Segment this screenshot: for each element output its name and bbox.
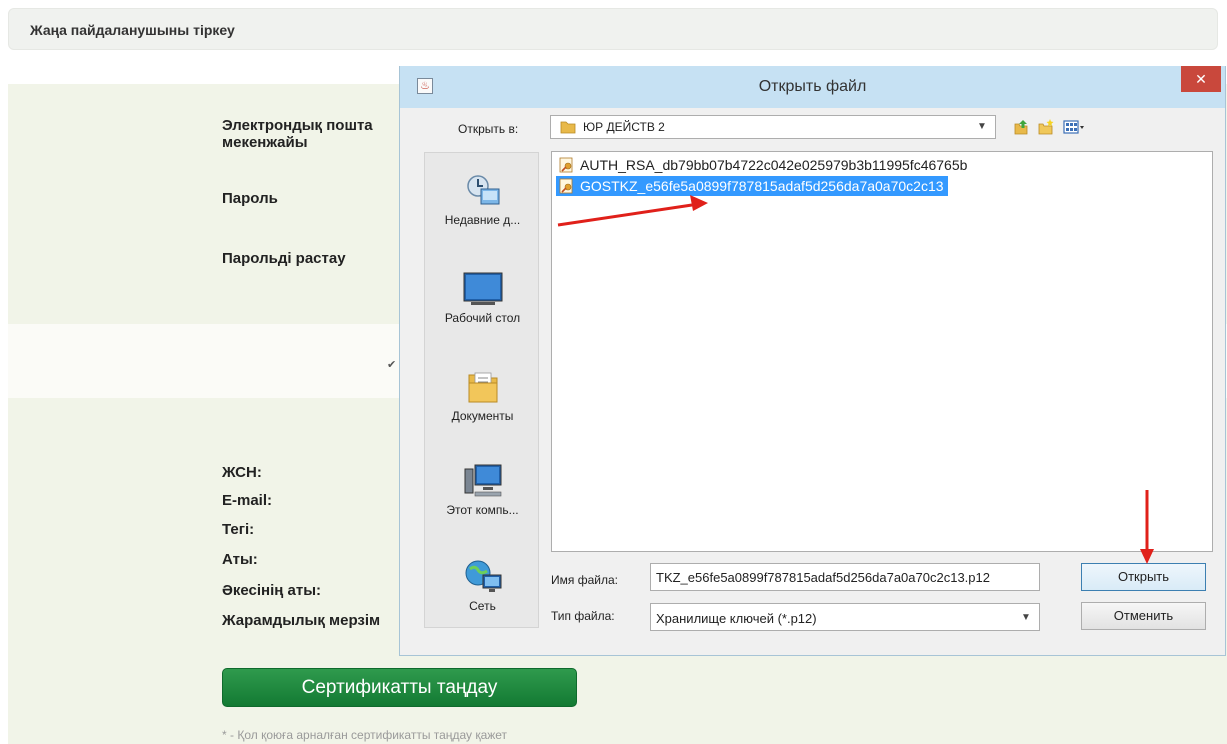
page-header: Жаңа пайдаланушыны тіркеу bbox=[8, 8, 1218, 50]
view-menu-icon[interactable] bbox=[1063, 118, 1085, 136]
cancel-button[interactable]: Отменить bbox=[1081, 602, 1206, 630]
place-label: Документы bbox=[451, 409, 514, 423]
place-label: Сеть bbox=[469, 599, 496, 613]
email-info-label: E-mail: bbox=[222, 492, 273, 509]
certificate-file-icon bbox=[559, 157, 573, 173]
open-file-dialog: ♨ Открыть файл ✕ Открыть в: ЮР ДЕЙСТВ 2 … bbox=[399, 66, 1226, 656]
agreement-checkbox[interactable]: ✔ bbox=[387, 360, 397, 371]
place-documents[interactable]: Документы bbox=[425, 369, 540, 423]
name-label: Аты: bbox=[222, 551, 258, 568]
page-title: Жаңа пайдаланушыны тіркеу bbox=[30, 22, 235, 38]
look-in-dropdown[interactable]: ЮР ДЕЙСТВ 2 ▼ bbox=[550, 115, 996, 139]
validity-label: Жарамдылық мерзім bbox=[222, 612, 381, 629]
recent-places-icon bbox=[466, 175, 499, 205]
file-type-label: Тип файла: bbox=[551, 609, 615, 623]
file-name: GOSTKZ_e56fe5a0899f787815adaf5d256da7a0a… bbox=[580, 178, 944, 194]
iin-label: ЖСН: bbox=[222, 464, 262, 481]
file-item-gostkz[interactable]: GOSTKZ_e56fe5a0899f787815adaf5d256da7a0a… bbox=[556, 176, 948, 196]
patronymic-label: Әкесінің аты: bbox=[222, 582, 322, 599]
password-label: Пароль bbox=[222, 190, 278, 207]
select-certificate-button[interactable]: Сертификатты таңдау bbox=[222, 668, 577, 707]
computer-icon bbox=[464, 464, 501, 497]
places-bar: Недавние д... Рабочий стол Документы Это… bbox=[424, 152, 539, 628]
file-list[interactable]: AUTH_RSA_db79bb07b4722c042e025979b3b1199… bbox=[551, 151, 1213, 552]
chevron-down-icon: ▼ bbox=[1021, 612, 1031, 623]
place-label: Недавние д... bbox=[444, 213, 521, 227]
screen: Жаңа пайдаланушыны тіркеу Электрондық по… bbox=[0, 0, 1227, 744]
certificate-file-icon bbox=[559, 178, 573, 194]
place-label: Этот компь... bbox=[446, 503, 519, 517]
confirm-password-label: Парольді растау bbox=[222, 250, 346, 267]
new-folder-icon[interactable] bbox=[1037, 118, 1055, 136]
place-computer[interactable]: Этот компь... bbox=[425, 463, 540, 517]
file-name: AUTH_RSA_db79bb07b4722c042e025979b3b1199… bbox=[580, 157, 968, 173]
hint-text: * - Қол қоюға арналған сертификатты таңд… bbox=[222, 728, 508, 742]
look-in-label: Открыть в: bbox=[458, 122, 519, 136]
email-label: Электрондық пошта мекенжайы bbox=[222, 117, 373, 151]
place-desktop[interactable]: Рабочий стол bbox=[425, 271, 540, 325]
file-type-dropdown[interactable]: Хранилище ключей (*.p12) ▼ bbox=[650, 603, 1040, 631]
file-name-label: Имя файла: bbox=[551, 573, 618, 587]
place-network[interactable]: Сеть bbox=[425, 559, 540, 613]
surname-label: Тегі: bbox=[222, 521, 255, 538]
documents-icon bbox=[468, 372, 497, 403]
network-icon bbox=[465, 560, 501, 592]
file-item-auth-rsa[interactable]: AUTH_RSA_db79bb07b4722c042e025979b3b1199… bbox=[556, 155, 971, 175]
folder-icon bbox=[560, 121, 576, 134]
dialog-title: Открыть файл bbox=[758, 78, 867, 95]
open-button[interactable]: Открыть bbox=[1081, 563, 1206, 591]
close-icon[interactable]: ✕ bbox=[1181, 66, 1221, 92]
desktop-icon bbox=[463, 272, 502, 305]
place-label: Рабочий стол bbox=[444, 311, 521, 325]
dialog-titlebar[interactable]: ♨ Открыть файл ✕ bbox=[400, 66, 1225, 108]
look-in-value: ЮР ДЕЙСТВ 2 bbox=[583, 120, 665, 134]
file-name-input[interactable] bbox=[650, 563, 1040, 591]
up-folder-icon[interactable] bbox=[1012, 118, 1030, 136]
file-type-value: Хранилище ключей (*.p12) bbox=[656, 611, 817, 626]
chevron-down-icon: ▼ bbox=[977, 121, 987, 132]
place-recent[interactable]: Недавние д... bbox=[425, 173, 540, 227]
